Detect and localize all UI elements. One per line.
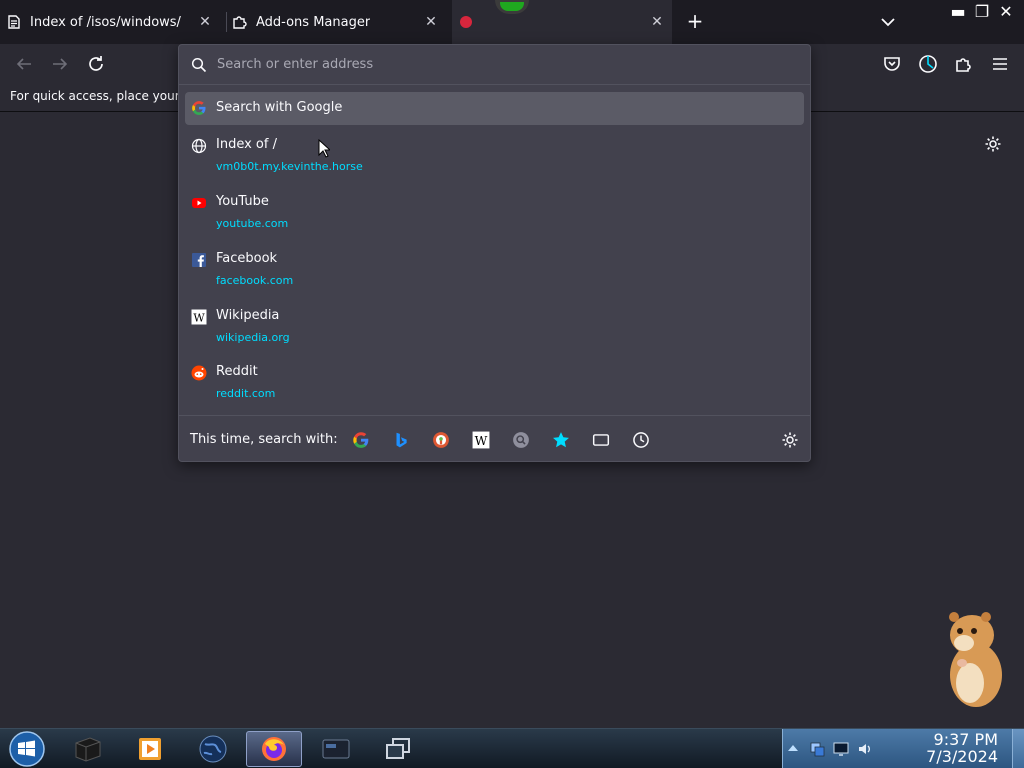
tab-separator: [226, 12, 227, 32]
taskbar-app-terminal[interactable]: [60, 731, 116, 767]
facebook-icon: [192, 253, 206, 267]
taskbar-app-globe[interactable]: [185, 731, 241, 767]
taskbar-app-window[interactable]: [308, 731, 364, 767]
bing-icon[interactable]: [392, 431, 410, 449]
media-player-icon: [139, 738, 161, 760]
urlbar-dropdown: Search with Google Index of / vm0b0t.my.…: [178, 44, 811, 462]
taskbar-task-view[interactable]: [370, 731, 426, 767]
result-url: youtube.com: [216, 217, 289, 230]
windows-taskbar: 9:37 PM 7/3/2024: [0, 728, 1024, 768]
tab-addons-manager[interactable]: Add-ons Manager ✕: [232, 0, 446, 44]
result-reddit[interactable]: Reddit reddit.com: [185, 361, 804, 409]
dark-window-icon: [322, 739, 350, 759]
wikipedia-icon[interactable]: W: [472, 431, 490, 449]
bookmarks-hint-text: For quick access, place your bo: [10, 89, 199, 103]
close-icon[interactable]: ✕: [648, 13, 666, 31]
youtube-icon: [192, 198, 206, 208]
tab-index-isos[interactable]: Index of /isos/windows/ ✕: [6, 0, 220, 44]
google-icon[interactable]: [352, 431, 370, 449]
black-box-icon: [75, 737, 101, 762]
network-icon[interactable]: [809, 741, 825, 757]
firefox-icon: [262, 737, 286, 761]
svg-text:W: W: [475, 434, 488, 448]
result-wikipedia[interactable]: W Wikipedia wikipedia.org: [185, 304, 804, 352]
history-clock-icon[interactable]: [632, 431, 650, 449]
result-title: Search with Google: [216, 100, 343, 115]
window-controls: ▬ ❐ ✕: [948, 2, 1016, 22]
result-title: Reddit: [216, 364, 258, 379]
result-url: facebook.com: [216, 274, 294, 287]
reddit-icon: [191, 365, 207, 381]
tab-strip: Index of /isos/windows/ ✕ Add-ons Manage…: [0, 0, 1024, 44]
restore-icon[interactable]: ❐: [972, 2, 992, 22]
close-window-icon[interactable]: ✕: [996, 2, 1016, 22]
one-off-label: This time, search with:: [190, 432, 338, 447]
start-orb-icon[interactable]: [4, 731, 50, 767]
reload-icon[interactable]: [85, 53, 107, 75]
svg-text:W: W: [193, 312, 205, 325]
search-icon: [191, 57, 207, 72]
pocket-icon[interactable]: [881, 53, 903, 75]
wikipedia-icon: W: [191, 309, 207, 325]
back-arrow-icon[interactable]: [13, 53, 35, 75]
google-icon: [192, 101, 206, 115]
globe-icon: [191, 138, 207, 154]
hamster-desktop-pet-icon: [949, 612, 1002, 707]
result-title: Index of /: [216, 137, 277, 152]
clock-time: 9:37 PM: [933, 730, 998, 749]
result-index-of[interactable]: Index of / vm0b0t.my.kevinthe.horse: [185, 133, 804, 181]
taskbar-app-media-player[interactable]: [122, 731, 178, 767]
chevron-down-icon[interactable]: [878, 12, 898, 32]
result-title: Facebook: [216, 251, 278, 266]
result-youtube[interactable]: YouTube youtube.com: [185, 190, 804, 238]
system-tray: 9:37 PM 7/3/2024: [782, 729, 1024, 768]
result-title: YouTube: [216, 194, 269, 209]
address-input[interactable]: [217, 57, 777, 72]
result-search-with-google[interactable]: Search with Google: [185, 92, 804, 125]
volume-icon[interactable]: [857, 741, 873, 757]
result-url: reddit.com: [216, 387, 276, 400]
show-hidden-icons-arrow-icon[interactable]: [787, 742, 799, 754]
mouse-cursor-icon: [318, 139, 330, 158]
document-stack-icon: [8, 15, 20, 29]
close-icon[interactable]: ✕: [422, 13, 440, 31]
minimize-icon[interactable]: ▬: [948, 2, 968, 22]
tab-title: Add-ons Manager: [256, 14, 371, 30]
urlbar: [179, 45, 810, 85]
hamburger-menu-icon[interactable]: [989, 53, 1011, 75]
new-tab-button[interactable]: +: [684, 11, 706, 33]
puzzle-icon: [233, 16, 247, 29]
red-favicon: [460, 16, 472, 28]
taskbar-app-firefox[interactable]: [246, 731, 302, 767]
result-facebook[interactable]: Facebook facebook.com: [185, 247, 804, 295]
duckduckgo-icon[interactable]: [432, 431, 450, 449]
tabs-icon[interactable]: [592, 431, 610, 449]
taskbar-clock[interactable]: 9:37 PM 7/3/2024: [926, 731, 998, 765]
search-settings-gear-icon[interactable]: [781, 431, 799, 449]
result-url: vm0b0t.my.kevinthe.horse: [216, 160, 363, 173]
clock-date: 7/3/2024: [926, 747, 998, 766]
forward-arrow-icon[interactable]: [49, 53, 71, 75]
bookmarks-star-icon[interactable]: [552, 431, 570, 449]
display-icon[interactable]: [833, 741, 849, 757]
search-engine-icon[interactable]: [512, 431, 530, 449]
show-desktop-button[interactable]: [1012, 729, 1024, 768]
tab-title: Index of /isos/windows/: [30, 14, 181, 30]
result-title: Wikipedia: [216, 308, 280, 323]
extensions-icon[interactable]: [953, 53, 975, 75]
result-url: wikipedia.org: [216, 331, 290, 344]
account-icon[interactable]: [917, 53, 939, 75]
globe-icon: [199, 735, 227, 763]
task-view-icon: [386, 738, 410, 759]
gear-icon[interactable]: [984, 135, 1002, 153]
close-icon[interactable]: ✕: [196, 13, 214, 31]
tab-active[interactable]: ✕: [452, 0, 672, 44]
one-off-search-bar: This time, search with: W: [179, 415, 810, 461]
